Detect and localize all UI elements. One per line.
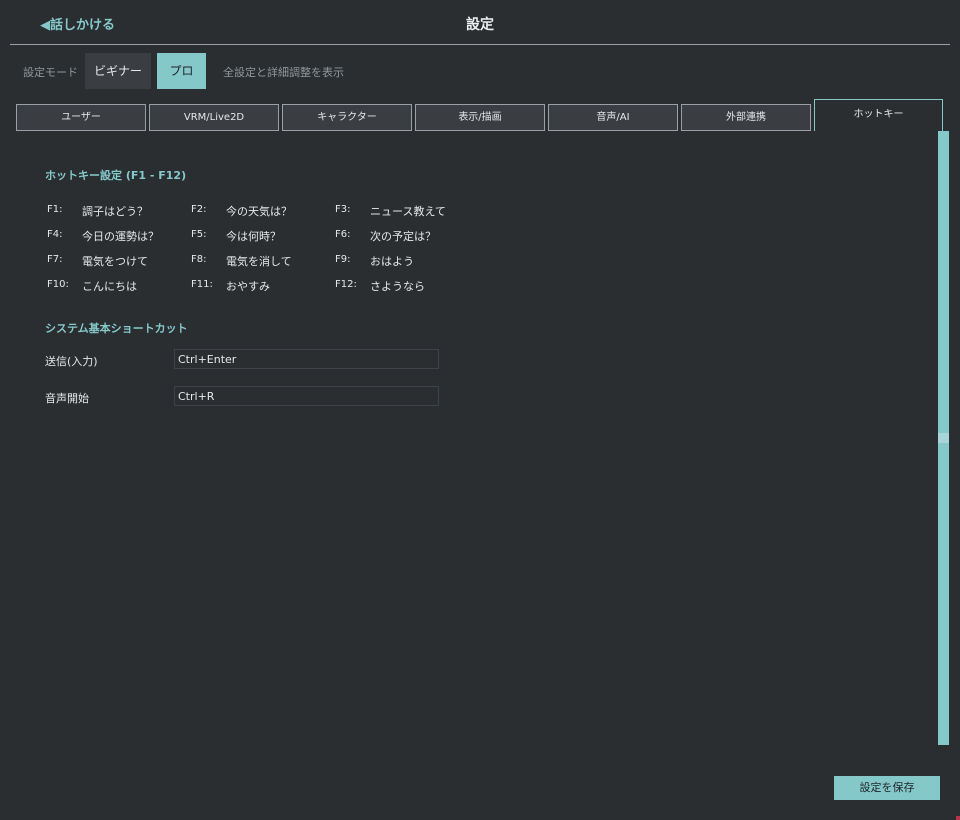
scrollbar[interactable] [938, 131, 949, 745]
tab-voice-ai[interactable]: 音声/AI [548, 104, 678, 131]
save-button[interactable]: 設定を保存 [834, 776, 940, 800]
tab-hotkey[interactable]: ホットキー [814, 99, 943, 131]
hotkey-value: 電気を消して [226, 255, 292, 268]
hotkey-key: F8: [191, 254, 207, 265]
voice-shortcut-input[interactable] [174, 386, 439, 406]
hotkey-key: F11: [191, 279, 213, 290]
beginner-mode-button[interactable]: ビギナー [85, 53, 151, 89]
tab-character[interactable]: キャラクター [282, 104, 412, 131]
hotkey-value: 調子はどう？ [82, 205, 148, 218]
scrollbar-thumb[interactable] [938, 433, 949, 443]
tab-user[interactable]: ユーザー [16, 104, 146, 131]
hotkey-value: 電気をつけて [82, 255, 148, 268]
shortcut-label-send: 送信(入力) [45, 355, 98, 368]
hotkey-value: おはよう [370, 255, 414, 268]
shortcut-label-voice: 音声開始 [45, 392, 89, 405]
hotkey-key: F4: [47, 229, 63, 240]
hotkey-section-title: ホットキー設定 (F1 - F12) [45, 169, 187, 182]
header-divider [10, 44, 950, 45]
header: ◀話しかける 設定 [0, 0, 960, 44]
hotkey-value: さようなら [370, 280, 425, 293]
shortcut-section-title: システム基本ショートカット [45, 322, 188, 335]
mode-label: 設定モード [23, 66, 78, 79]
hotkey-key: F5: [191, 229, 207, 240]
tab-display[interactable]: 表示/描画 [415, 104, 545, 131]
hotkey-value: 今は何時？ [226, 230, 281, 243]
hotkey-key: F10: [47, 279, 69, 290]
window-corner [956, 816, 960, 820]
settings-tabs: ユーザー VRM/Live2D キャラクター 表示/描画 音声/AI 外部連携 … [16, 99, 946, 131]
pro-mode-button[interactable]: プロ [157, 53, 206, 89]
hotkey-value: 次の予定は？ [370, 230, 436, 243]
tab-integration[interactable]: 外部連携 [681, 104, 811, 131]
page-title: 設定 [466, 17, 494, 33]
hotkey-key: F3: [335, 204, 351, 215]
send-shortcut-input[interactable] [174, 349, 439, 369]
mode-selector: 設定モード ビギナー プロ 全設定と詳細調整を表示 [0, 53, 960, 89]
hotkey-value: ニュース教えて [370, 205, 446, 218]
hotkey-key: F2: [191, 204, 207, 215]
hotkey-key: F12: [335, 279, 357, 290]
mode-description: 全設定と詳細調整を表示 [223, 66, 344, 79]
hotkey-value: 今の天気は？ [226, 205, 292, 218]
hotkey-key: F6: [335, 229, 351, 240]
hotkey-key: F7: [47, 254, 63, 265]
hotkey-key: F9: [335, 254, 351, 265]
hotkey-value: こんにちは [82, 280, 137, 293]
hotkey-value: 今日の運勢は？ [82, 230, 159, 243]
tab-vrm-live2d[interactable]: VRM/Live2D [149, 104, 279, 131]
hotkey-value: おやすみ [226, 280, 270, 293]
hotkey-key: F1: [47, 204, 63, 215]
